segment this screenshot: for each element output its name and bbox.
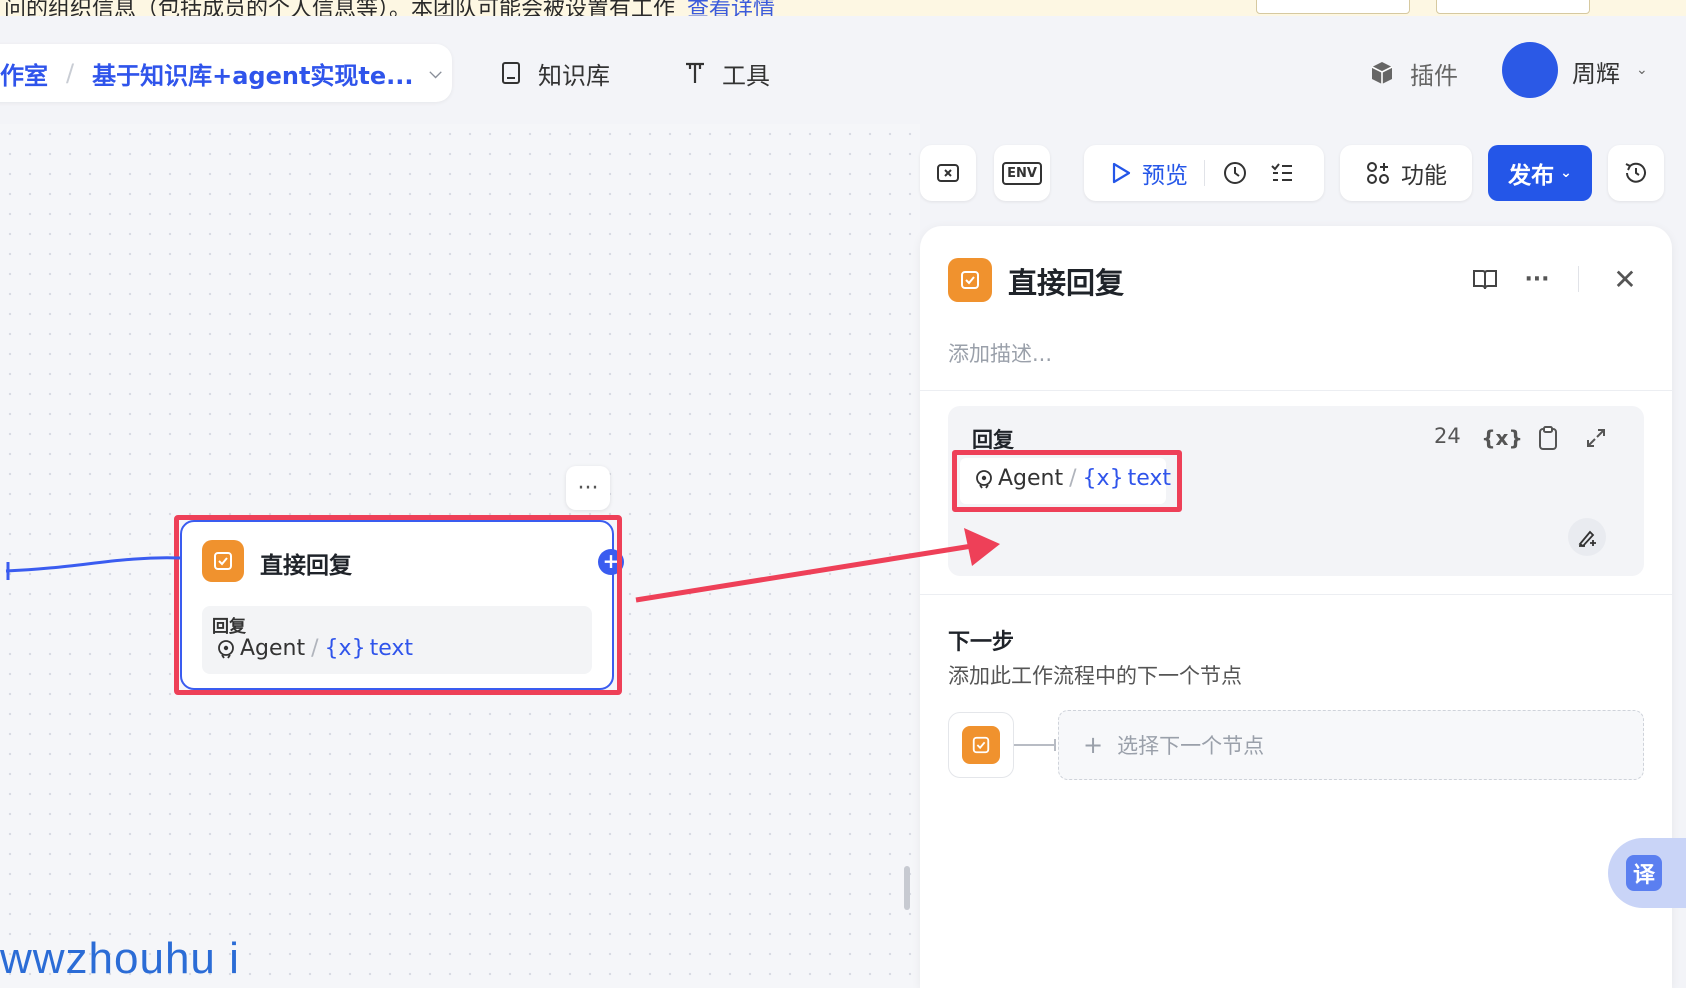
nav-tools-label: 工具 <box>722 61 770 90</box>
panel-divider <box>920 594 1672 595</box>
notice-text: 问的组织信息（包括成员的个人信息等）。本团队可能会被设置有工作 查看详情 <box>4 0 775 16</box>
ai-write-icon[interactable] <box>1568 518 1606 556</box>
close-icon[interactable]: ✕ <box>1608 262 1642 296</box>
next-step-description: 添加此工作流程中的下一个节点 <box>948 664 1242 688</box>
next-step-title: 下一步 <box>948 630 1015 655</box>
description-input[interactable]: 添加描述... <box>948 338 1052 368</box>
cube-icon <box>1368 59 1396 87</box>
toolbar-divider <box>1204 160 1205 186</box>
env-button[interactable]: ENV <box>994 145 1050 201</box>
nav-knowledge-label: 知识库 <box>538 61 610 90</box>
avatar[interactable] <box>1502 42 1558 98</box>
node-more-button[interactable]: ··· <box>566 466 610 510</box>
preview-group: 预览 <box>1084 145 1324 201</box>
insert-variable-icon[interactable]: {x} <box>1481 422 1522 454</box>
watermark: wwzhouhu i <box>0 934 240 983</box>
publish-label: 发布 <box>1508 163 1555 189</box>
breadcrumb-separator: / <box>66 59 75 87</box>
tool-icon <box>682 60 708 86</box>
history-icon <box>1625 162 1646 183</box>
open-book-icon[interactable] <box>1468 262 1502 296</box>
reply-editor-card: 回复 24 {x} Agent / {x} text <box>948 406 1644 576</box>
clipboard-icon[interactable] <box>1532 422 1564 454</box>
select-next-node-button[interactable]: + 选择下一个节点 <box>1058 710 1644 780</box>
chevron-down-icon[interactable]: ⌵ <box>430 63 442 83</box>
book-icon <box>498 60 524 86</box>
env-icon: ENV <box>1002 161 1042 185</box>
features-label: 功能 <box>1401 163 1447 189</box>
notice-button-primary[interactable] <box>1436 0 1590 14</box>
top-nav: 作室 / 基于知识库+agent实现te... ⌵ 知识库 工具 插件 周辉 ⌄ <box>0 16 1686 124</box>
user-name[interactable]: 周辉 <box>1572 54 1620 89</box>
breadcrumb: 作室 / 基于知识库+agent实现te... ⌵ <box>0 44 452 102</box>
notice-banner: 问的组织信息（包括成员的个人信息等）。本团队可能会被设置有工作 查看详情 <box>0 0 1686 16</box>
notice-button-secondary[interactable] <box>1256 0 1410 14</box>
select-next-node-label: 选择下一个节点 <box>1117 734 1265 758</box>
preview-button[interactable]: 预览 <box>1142 156 1188 190</box>
play-icon[interactable] <box>1110 161 1132 185</box>
reply-node-icon <box>962 726 1000 764</box>
variable-icon <box>937 164 959 182</box>
breadcrumb-workspace[interactable]: 作室 <box>0 56 48 91</box>
panel-header-divider <box>1578 266 1579 292</box>
node-annotation-box <box>174 515 622 695</box>
next-connector-line <box>1014 739 1056 751</box>
nav-plugins-link[interactable]: 插件 <box>1368 56 1458 90</box>
breadcrumb-project[interactable]: 基于知识库+agent实现te... <box>92 56 413 91</box>
translate-button[interactable]: 译 <box>1608 838 1686 908</box>
notice-link[interactable]: 查看详情 <box>687 0 775 16</box>
panel-title[interactable]: 直接回复 <box>1008 260 1124 302</box>
nav-plugins-label: 插件 <box>1410 61 1458 90</box>
nav-knowledge-link[interactable]: 知识库 <box>498 56 610 90</box>
reply-annotation-box <box>952 450 1182 512</box>
translate-icon: 译 <box>1626 855 1662 891</box>
reply-char-count: 24 <box>1434 424 1461 448</box>
reply-node-icon <box>948 258 992 302</box>
history-run-icon[interactable] <box>1221 159 1249 187</box>
expand-icon[interactable] <box>1580 422 1612 454</box>
plus-icon: + <box>1083 731 1104 759</box>
more-icon[interactable]: ··· <box>1520 262 1554 296</box>
panel-resize-handle[interactable] <box>904 866 910 910</box>
nav-tools-link[interactable]: 工具 <box>682 56 770 90</box>
features-icon <box>1365 160 1391 186</box>
version-history-button[interactable] <box>1608 145 1664 201</box>
chevron-down-icon[interactable]: ⌄ <box>1636 62 1648 78</box>
chevron-down-icon: ⌄ <box>1560 165 1572 181</box>
current-node-badge <box>948 712 1014 778</box>
node-config-panel: 直接回复 ··· ✕ 添加描述... 回复 24 {x} Agent / {x}… <box>920 226 1672 988</box>
variable-toggle-button[interactable] <box>920 145 976 201</box>
publish-button[interactable]: 发布 ⌄ <box>1488 145 1592 201</box>
features-button[interactable]: 功能 <box>1340 145 1472 201</box>
panel-divider <box>920 390 1672 391</box>
list-check-icon[interactable] <box>1269 160 1295 186</box>
